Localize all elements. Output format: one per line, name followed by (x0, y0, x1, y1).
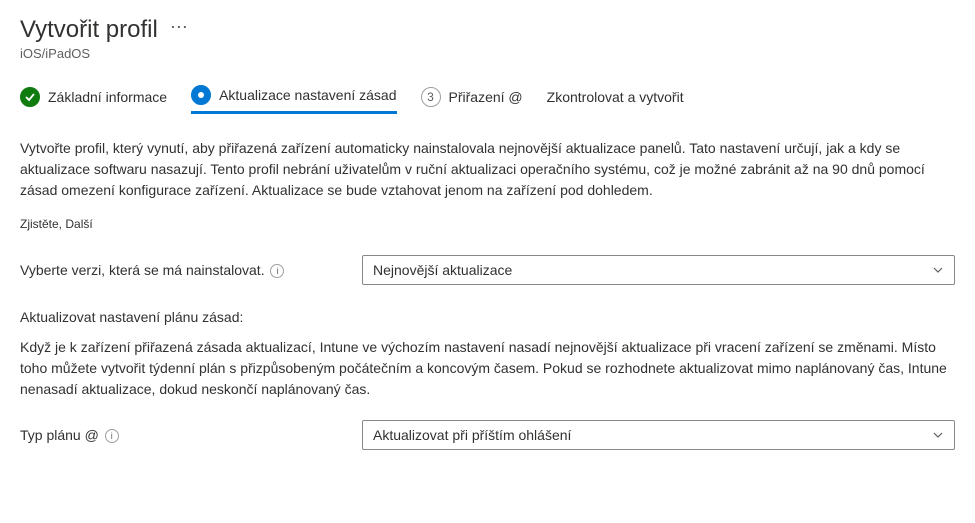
info-icon[interactable]: i (105, 429, 119, 443)
step-label: Základní informace (48, 89, 167, 105)
step-active-icon (191, 85, 211, 105)
version-select-row: Vyberte verzi, která se má nainstalovat.… (20, 255, 955, 285)
step-number-icon: 3 (421, 87, 441, 107)
version-dropdown[interactable]: Nejnovější aktualizace (362, 255, 955, 285)
version-label: Vyberte verzi, která se má nainstalovat.… (20, 262, 350, 278)
step-label: Přiřazení @ (449, 89, 523, 105)
page-header: Vytvořit profil ⋯ iOS/iPadOS (20, 16, 955, 61)
learn-more-link[interactable]: Další (65, 217, 92, 231)
page-title: Vytvořit profil (20, 16, 158, 44)
wizard-stepper: Základní informace Aktualizace nastavení… (20, 85, 955, 114)
checkmark-icon (20, 87, 40, 107)
more-icon[interactable]: ⋯ (170, 17, 189, 44)
step-review-create[interactable]: Zkontrolovat a vytvořit (547, 89, 684, 111)
step-label: Aktualizace nastavení zásad (219, 87, 396, 103)
learn-more-row: Zjistěte, Další (20, 217, 955, 231)
plan-type-label: Typ plánu @ i (20, 427, 350, 443)
schedule-heading: Aktualizovat nastavení plánu zásad: (20, 309, 955, 325)
version-label-text: Vyberte verzi, která se má nainstalovat. (20, 262, 265, 278)
step-assignments[interactable]: 3 Přiřazení @ (421, 87, 523, 113)
chevron-down-icon (932, 429, 944, 441)
dropdown-value: Nejnovější aktualizace (373, 262, 512, 278)
plan-type-row: Typ plánu @ i Aktualizovat při příštím o… (20, 420, 955, 450)
page-subtitle: iOS/iPadOS (20, 46, 955, 61)
schedule-description: Když je k zařízení přiřazená zásada aktu… (20, 337, 955, 400)
step-label: Zkontrolovat a vytvořit (547, 89, 684, 105)
info-icon[interactable]: i (270, 264, 284, 278)
profile-description: Vytvořte profil, který vynutí, aby přiřa… (20, 138, 955, 201)
chevron-down-icon (932, 264, 944, 276)
step-update-settings[interactable]: Aktualizace nastavení zásad (191, 85, 396, 114)
content-area: Vytvořte profil, který vynutí, aby přiřa… (20, 134, 955, 450)
step-basics[interactable]: Základní informace (20, 87, 167, 113)
dropdown-value: Aktualizovat při příštím ohlášení (373, 427, 571, 443)
plan-type-label-text: Typ plánu @ (20, 427, 99, 443)
learn-more-prefix: Zjistěte, (20, 217, 62, 231)
plan-type-dropdown[interactable]: Aktualizovat při příštím ohlášení (362, 420, 955, 450)
